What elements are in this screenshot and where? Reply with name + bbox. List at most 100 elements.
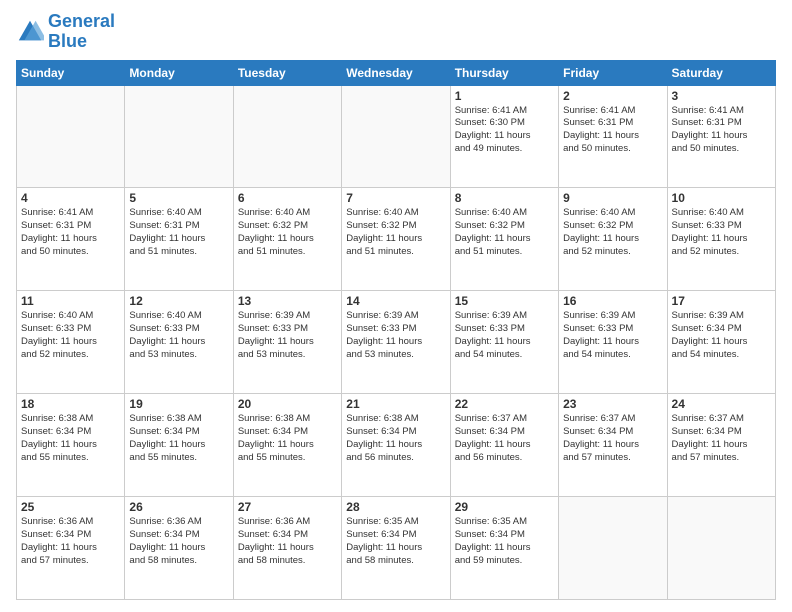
day-info: Sunrise: 6:36 AMSunset: 6:34 PMDaylight:… xyxy=(21,516,120,567)
day-info: Sunrise: 6:35 AMSunset: 6:34 PMDaylight:… xyxy=(346,516,445,567)
calendar-cell: 16 Sunrise: 6:39 AMSunset: 6:33 PMDayligh… xyxy=(559,291,667,394)
calendar-cell: 9 Sunrise: 6:40 AMSunset: 6:32 PMDaylight… xyxy=(559,188,667,291)
calendar-table: SundayMondayTuesdayWednesdayThursdayFrid… xyxy=(16,60,776,600)
calendar-cell: 1Sunrise: 6:41 AMSunset: 6:30 PMDaylight… xyxy=(450,85,558,188)
week-row-1: 1Sunrise: 6:41 AMSunset: 6:30 PMDaylight… xyxy=(17,85,776,188)
calendar-cell: 24 Sunrise: 6:37 AMSunset: 6:34 PMDayligh… xyxy=(667,394,775,497)
weekday-header-saturday: Saturday xyxy=(667,60,775,85)
day-number: 18 xyxy=(21,397,120,411)
calendar-cell: 7 Sunrise: 6:40 AMSunset: 6:32 PMDaylight… xyxy=(342,188,450,291)
day-info: Sunrise: 6:40 AMSunset: 6:33 PMDaylight:… xyxy=(21,310,120,361)
day-number: 5 xyxy=(129,191,228,205)
calendar-cell xyxy=(342,85,450,188)
day-info: Sunrise: 6:36 AMSunset: 6:34 PMDaylight:… xyxy=(129,516,228,567)
logo-text: General Blue xyxy=(48,12,115,52)
day-number: 19 xyxy=(129,397,228,411)
calendar-cell: 3 Sunrise: 6:41 AMSunset: 6:31 PMDaylight… xyxy=(667,85,775,188)
day-info: Sunrise: 6:37 AMSunset: 6:34 PMDaylight:… xyxy=(563,413,662,464)
calendar-cell xyxy=(559,497,667,600)
calendar-cell xyxy=(125,85,233,188)
day-info: Sunrise: 6:37 AMSunset: 6:34 PMDaylight:… xyxy=(455,413,554,464)
day-number: 11 xyxy=(21,294,120,308)
day-number: 17 xyxy=(672,294,771,308)
calendar-cell: 17 Sunrise: 6:39 AMSunset: 6:34 PMDayligh… xyxy=(667,291,775,394)
calendar-cell: 13 Sunrise: 6:39 AMSunset: 6:33 PMDayligh… xyxy=(233,291,341,394)
calendar-cell: 8Sunrise: 6:40 AMSunset: 6:32 PMDaylight… xyxy=(450,188,558,291)
calendar-cell: 5 Sunrise: 6:40 AMSunset: 6:31 PMDaylight… xyxy=(125,188,233,291)
weekday-header-thursday: Thursday xyxy=(450,60,558,85)
calendar-cell: 10Sunrise: 6:40 AMSunset: 6:33 PMDayligh… xyxy=(667,188,775,291)
calendar-cell: 2 Sunrise: 6:41 AMSunset: 6:31 PMDaylight… xyxy=(559,85,667,188)
day-number: 22 xyxy=(455,397,554,411)
day-info: Sunrise: 6:40 AMSunset: 6:31 PMDaylight:… xyxy=(129,207,228,258)
day-number: 16 xyxy=(563,294,662,308)
weekday-header-monday: Monday xyxy=(125,60,233,85)
day-info: Sunrise: 6:38 AMSunset: 6:34 PMDaylight:… xyxy=(346,413,445,464)
day-info: Sunrise: 6:39 AMSunset: 6:33 PMDaylight:… xyxy=(563,310,662,361)
day-info: Sunrise: 6:40 AMSunset: 6:32 PMDaylight:… xyxy=(346,207,445,258)
day-info: Sunrise: 6:39 AMSunset: 6:33 PMDaylight:… xyxy=(238,310,337,361)
day-number: 12 xyxy=(129,294,228,308)
calendar-cell: 22 Sunrise: 6:37 AMSunset: 6:34 PMDayligh… xyxy=(450,394,558,497)
day-info: Sunrise: 6:40 AMSunset: 6:32 PMDaylight:… xyxy=(455,207,554,258)
week-row-5: 25 Sunrise: 6:36 AMSunset: 6:34 PMDayligh… xyxy=(17,497,776,600)
day-info: Sunrise: 6:37 AMSunset: 6:34 PMDaylight:… xyxy=(672,413,771,464)
calendar-cell: 21 Sunrise: 6:38 AMSunset: 6:34 PMDayligh… xyxy=(342,394,450,497)
day-info: Sunrise: 6:36 AMSunset: 6:34 PMDaylight:… xyxy=(238,516,337,567)
day-number: 26 xyxy=(129,500,228,514)
day-info: Sunrise: 6:41 AMSunset: 6:31 PMDaylight:… xyxy=(672,105,771,156)
page: General Blue SundayMondayTuesdayWednesda… xyxy=(0,0,792,612)
calendar-cell: 23 Sunrise: 6:37 AMSunset: 6:34 PMDayligh… xyxy=(559,394,667,497)
day-number: 4 xyxy=(21,191,120,205)
weekday-header-tuesday: Tuesday xyxy=(233,60,341,85)
logo-icon xyxy=(16,18,44,46)
week-row-2: 4 Sunrise: 6:41 AMSunset: 6:31 PMDaylight… xyxy=(17,188,776,291)
weekday-header-sunday: Sunday xyxy=(17,60,125,85)
calendar-cell: 12Sunrise: 6:40 AMSunset: 6:33 PMDayligh… xyxy=(125,291,233,394)
logo-blue: Blue xyxy=(48,31,87,51)
calendar-cell xyxy=(233,85,341,188)
calendar-cell: 25 Sunrise: 6:36 AMSunset: 6:34 PMDayligh… xyxy=(17,497,125,600)
day-number: 25 xyxy=(21,500,120,514)
day-number: 9 xyxy=(563,191,662,205)
weekday-header-friday: Friday xyxy=(559,60,667,85)
calendar-cell xyxy=(667,497,775,600)
calendar-cell: 14 Sunrise: 6:39 AMSunset: 6:33 PMDayligh… xyxy=(342,291,450,394)
day-info: Sunrise: 6:39 AMSunset: 6:33 PMDaylight:… xyxy=(346,310,445,361)
logo-general: General xyxy=(48,11,115,31)
weekday-header-wednesday: Wednesday xyxy=(342,60,450,85)
header: General Blue xyxy=(16,12,776,52)
day-info: Sunrise: 6:40 AMSunset: 6:33 PMDaylight:… xyxy=(672,207,771,258)
calendar-cell: 18Sunrise: 6:38 AMSunset: 6:34 PMDayligh… xyxy=(17,394,125,497)
day-info: Sunrise: 6:35 AMSunset: 6:34 PMDaylight:… xyxy=(455,516,554,567)
day-number: 29 xyxy=(455,500,554,514)
day-number: 1 xyxy=(455,89,554,103)
day-info: Sunrise: 6:41 AMSunset: 6:31 PMDaylight:… xyxy=(563,105,662,156)
calendar-cell: 19Sunrise: 6:38 AMSunset: 6:34 PMDayligh… xyxy=(125,394,233,497)
calendar-cell: 27 Sunrise: 6:36 AMSunset: 6:34 PMDayligh… xyxy=(233,497,341,600)
day-number: 28 xyxy=(346,500,445,514)
day-number: 21 xyxy=(346,397,445,411)
day-number: 3 xyxy=(672,89,771,103)
weekday-header-row: SundayMondayTuesdayWednesdayThursdayFrid… xyxy=(17,60,776,85)
week-row-4: 18 Sunrise: 6:38 AMSunset: 6:34 PMDayligh… xyxy=(17,394,776,497)
calendar-cell xyxy=(17,85,125,188)
calendar-cell: 29 Sunrise: 6:35 AMSunset: 6:34 PMDayligh… xyxy=(450,497,558,600)
day-number: 27 xyxy=(238,500,337,514)
day-number: 13 xyxy=(238,294,337,308)
day-number: 20 xyxy=(238,397,337,411)
day-number: 2 xyxy=(563,89,662,103)
calendar-cell: 11 Sunrise: 6:40 AMSunset: 6:33 PMDayligh… xyxy=(17,291,125,394)
calendar-cell: 20 Sunrise: 6:38 AMSunset: 6:34 PMDayligh… xyxy=(233,394,341,497)
calendar-cell: 28 Sunrise: 6:35 AMSunset: 6:34 PMDayligh… xyxy=(342,497,450,600)
day-info: Sunrise: 6:39 AMSunset: 6:34 PMDaylight:… xyxy=(672,310,771,361)
day-number: 6 xyxy=(238,191,337,205)
day-number: 7 xyxy=(346,191,445,205)
day-info: Sunrise: 6:40 AMSunset: 6:32 PMDaylight:… xyxy=(563,207,662,258)
day-info: Sunrise: 6:38 AMSunset: 6:34 PMDaylight:… xyxy=(238,413,337,464)
day-number: 14 xyxy=(346,294,445,308)
day-number: 23 xyxy=(563,397,662,411)
day-number: 24 xyxy=(672,397,771,411)
day-info: Sunrise: 6:41 AMSunset: 6:31 PMDaylight:… xyxy=(21,207,120,258)
week-row-3: 11 Sunrise: 6:40 AMSunset: 6:33 PMDayligh… xyxy=(17,291,776,394)
